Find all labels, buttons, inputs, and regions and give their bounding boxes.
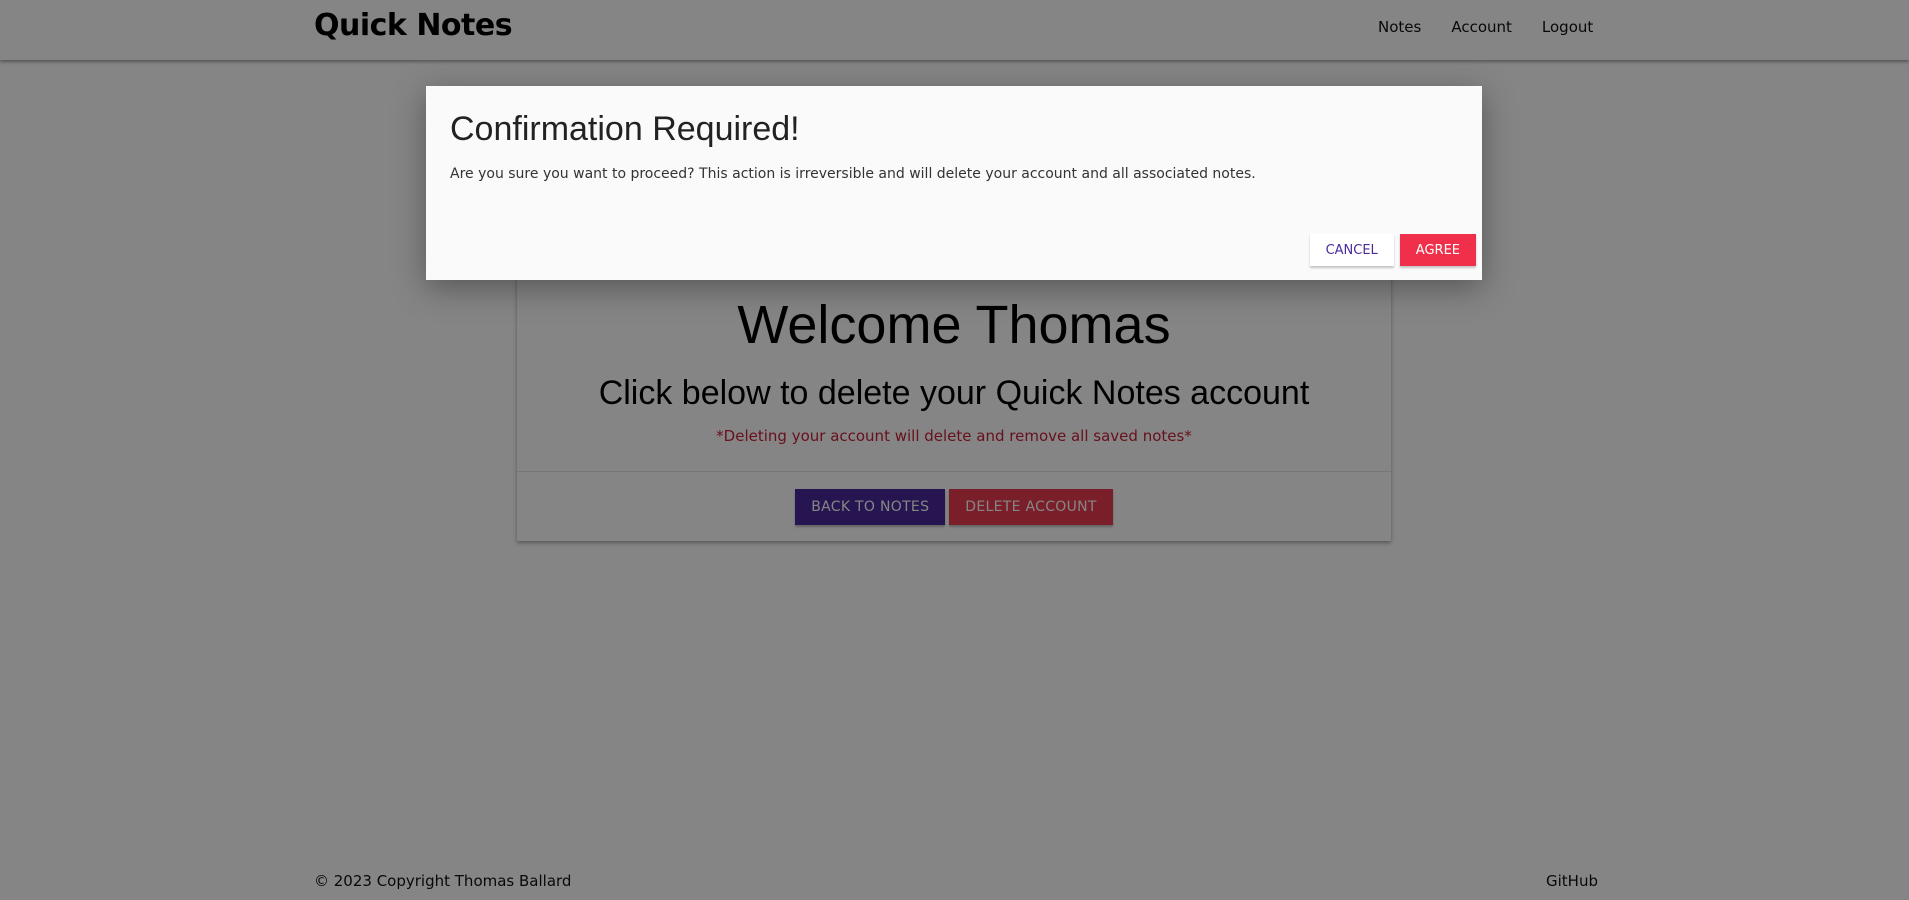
- modal-actions: CANCEL AGREE: [1309, 234, 1476, 266]
- page: Quick Notes Notes Account Logout Welcome…: [0, 0, 1909, 900]
- agree-button[interactable]: AGREE: [1399, 234, 1476, 266]
- confirmation-modal: Confirmation Required! Are you sure you …: [426, 86, 1482, 280]
- modal-message: Are you sure you want to proceed? This a…: [450, 166, 1256, 182]
- modal-title: Confirmation Required!: [450, 110, 800, 148]
- cancel-button[interactable]: CANCEL: [1309, 234, 1394, 266]
